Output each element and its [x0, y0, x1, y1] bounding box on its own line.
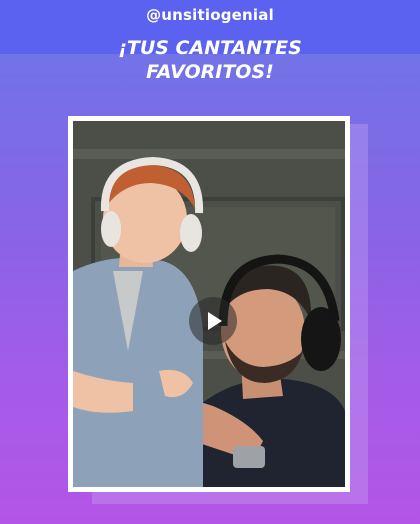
play-button[interactable] — [189, 297, 237, 345]
video-thumbnail — [73, 121, 345, 487]
headline-line-2: FAVORITOS! — [146, 61, 274, 83]
headline: ¡TUS CANTANTES FAVORITOS! — [0, 36, 420, 84]
video-card[interactable] — [68, 116, 350, 492]
account-handle: @unsitiogenial — [146, 6, 274, 24]
play-icon — [208, 312, 222, 330]
headline-line-1: ¡TUS CANTANTES — [118, 37, 302, 59]
